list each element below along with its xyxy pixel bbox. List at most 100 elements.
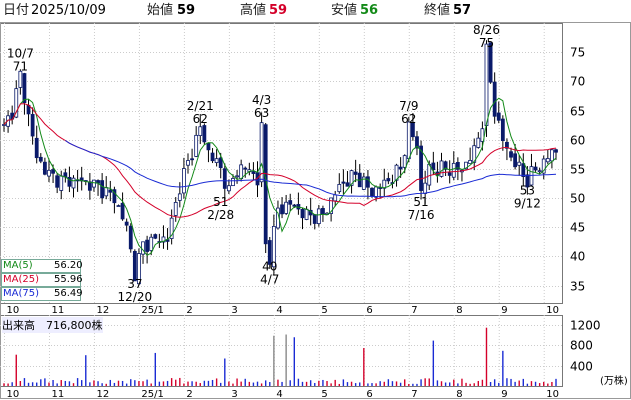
candle-body [206,142,211,151]
candle-body [284,201,289,214]
candle-body [145,239,150,252]
price-tick-label: 45 [570,221,585,235]
candle-body [316,208,321,224]
x-tick-label: 3 [231,389,237,400]
candle-body [337,184,342,193]
low-annotation-value: 40 [262,259,277,273]
low-annotation-date: 2/28 [207,208,234,222]
candle-body [124,221,129,226]
candle-body [116,205,121,207]
x-tick-label: 25/1 [141,389,163,400]
x-tick-label: 8 [456,389,462,400]
candle-body [251,171,256,174]
ma25-label: MA(25) [3,274,39,285]
candle-body [427,163,432,186]
low-annotation-value: 53 [520,184,535,198]
candle-body [321,208,325,215]
price-tick-label: 40 [570,250,585,264]
x-tick-label: 9 [501,389,507,400]
candle-body [517,161,522,166]
ma25-legend: MA(25) 55.96 [1,273,83,287]
ma75-legend: MA(75) 56.49 [1,287,83,301]
candle-body [231,178,235,187]
candle-body [38,156,43,162]
candle-body [439,160,444,177]
candle-body [402,155,407,168]
candle-body [92,179,96,188]
candle-body [492,81,497,117]
high-annotation-date: 8/26 [473,23,500,37]
candle-body [366,176,370,188]
low-annotation-value: 51 [413,195,428,209]
volume-unit-label: (万株) [600,374,628,387]
ma75-value: 56.49 [54,288,83,299]
candle-body [108,189,113,193]
high-annotation-date: 4/3 [252,93,271,107]
price-tick-label: 60 [570,134,585,148]
candle-body [468,160,473,165]
x-tick-label: 10 [7,305,20,316]
ma-legend: MA(5) 56.20 MA(25) 55.96 MA(75) 56.49 [1,259,83,301]
x-tick-label: 2 [186,389,192,400]
x-tick-label: 12 [96,389,109,400]
candle-body [554,149,558,153]
candle-body [218,157,223,169]
low-annotation-date: 9/12 [514,197,541,211]
x-tick-label: 5 [321,389,327,400]
candle-body [120,202,125,220]
x-tick-label: 11 [51,389,64,400]
candle-body [55,175,60,188]
x-tick-label: 9 [501,305,507,316]
x-tick-label: 4 [276,305,282,316]
candle-body [128,225,133,250]
candle-body [341,181,346,184]
candle-body [423,182,428,194]
candle-body [222,168,227,189]
candle-body [22,73,27,104]
candle-body [2,124,6,126]
x-tick-label: 12 [96,305,109,316]
price-tick-label: 35 [570,280,585,294]
candle-body [51,169,55,174]
candle-body [521,163,526,177]
x-tick-label: 10 [546,305,559,316]
stock-chart-svg: 10101111121225/125/122334455667788991010… [0,22,631,400]
price-panel-frame [0,23,563,304]
candle-body [243,167,248,170]
candle-body [182,168,186,194]
candle-body [509,151,513,158]
candle-body [533,166,538,171]
high-annotation-value: 63 [254,106,269,120]
candle-body [513,153,518,168]
candle-body [210,152,215,162]
x-tick-label: 4 [276,389,282,400]
candle-body [30,114,35,137]
ma25-value: 55.96 [54,274,83,285]
candle-body [100,180,105,199]
candle-body [153,234,158,239]
ma75-label: MA(75) [3,288,39,299]
x-tick-label: 3 [231,305,237,316]
candle-body [47,169,51,177]
candle-body [545,158,550,163]
chart-window: 日付 2025/10/09 始値 59 高値 59 安値 56 終値 57 10… [0,0,631,400]
low-annotation-date: 12/20 [118,290,153,304]
candle-body [202,125,207,143]
candle-body [333,194,338,202]
low-annotation-value: 37 [127,277,142,291]
high-annotation-value: 62 [193,112,208,126]
candle-body [300,209,305,219]
candle-body [451,162,456,178]
candle-body [398,166,403,170]
x-tick-label: 2 [186,305,192,316]
x-tick-label: 7 [411,305,417,316]
high-annotation-date: 2/21 [187,99,214,113]
candle-body [239,164,244,180]
candle-body [496,112,501,121]
price-tick-label: 55 [570,163,585,177]
high-annotation-date: 10/7 [7,47,34,61]
candle-body [186,160,190,166]
candle-body [312,214,317,224]
candle-body [370,187,374,197]
ma5-label: MA(5) [3,260,33,271]
